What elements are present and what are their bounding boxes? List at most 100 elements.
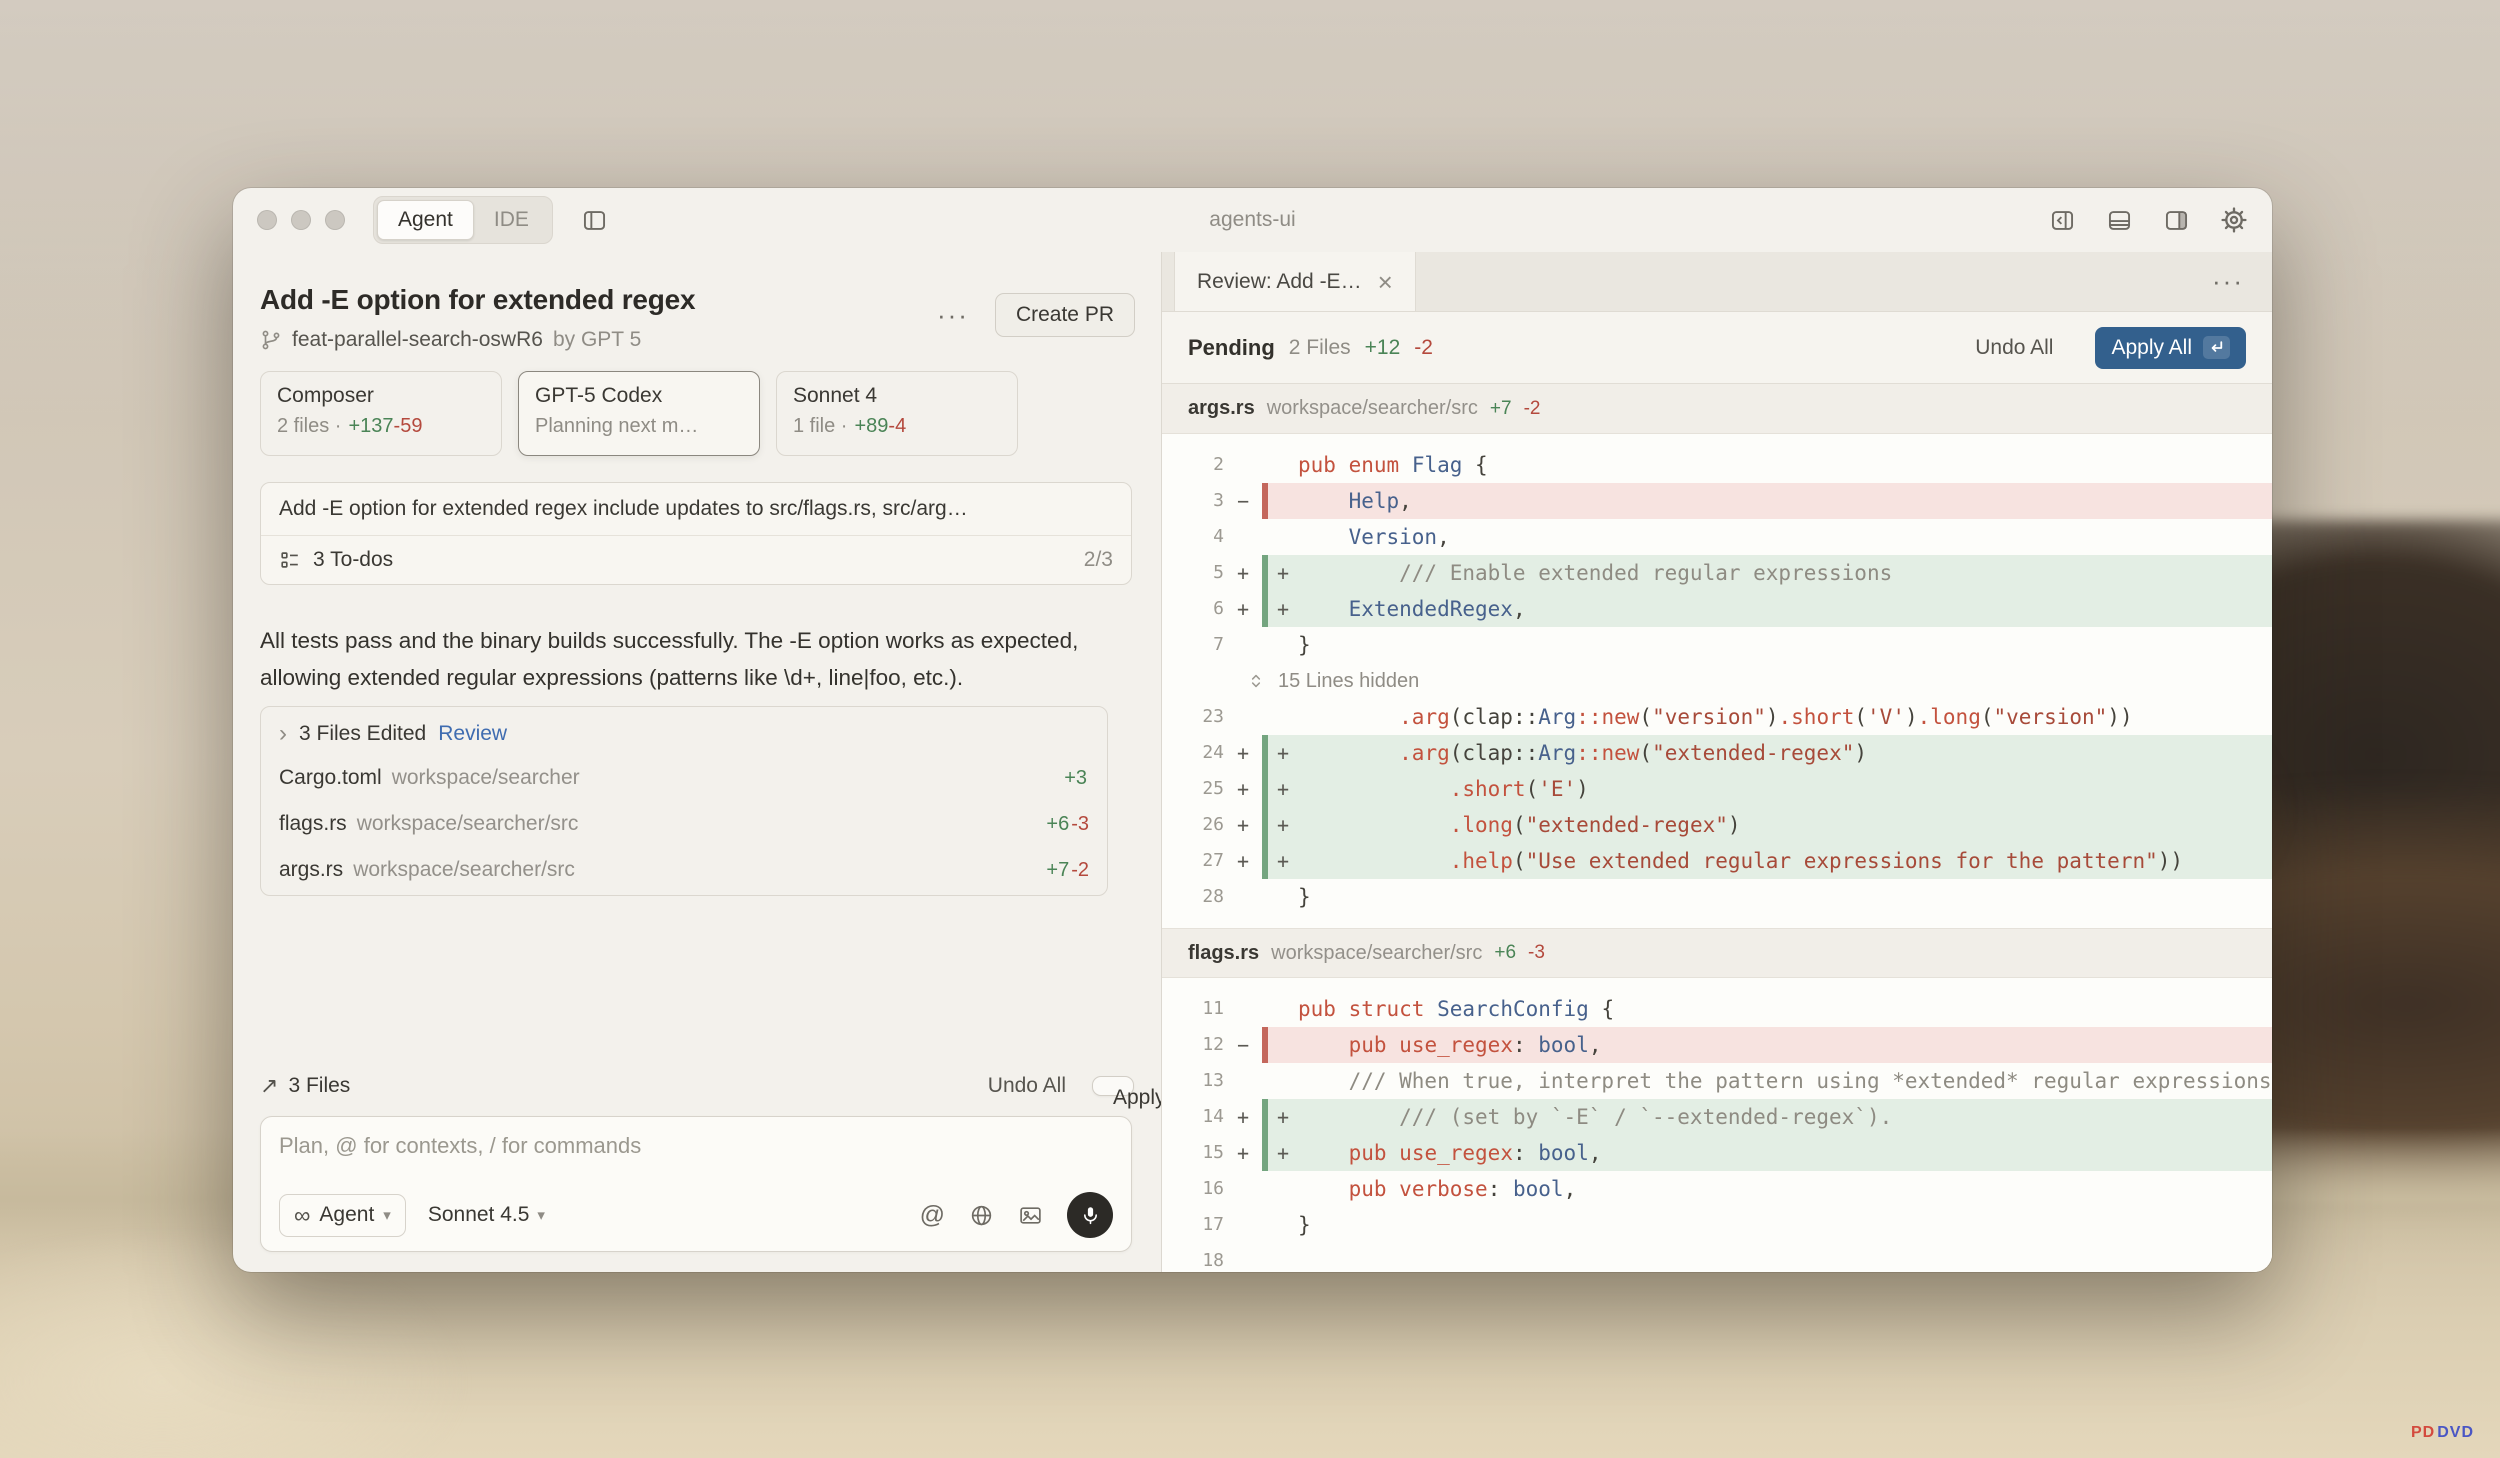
card-title: Sonnet 4 — [793, 384, 1001, 408]
collapse-left-panel-icon[interactable] — [2049, 207, 2076, 234]
globe-icon[interactable] — [969, 1203, 994, 1228]
diff-view[interactable]: args.rsworkspace/searcher/src+7-22pub en… — [1162, 384, 2272, 1272]
titlebar-actions — [2049, 206, 2248, 234]
minimize-button[interactable] — [291, 210, 311, 230]
tab-agent[interactable]: Agent — [377, 200, 474, 240]
diff-line: 13 /// When true, interpret the pattern … — [1162, 1063, 2272, 1099]
diff-marker-inner — [1268, 1171, 1298, 1207]
diff-marker: − — [1224, 1027, 1262, 1063]
file-name: Cargo.toml — [279, 766, 382, 790]
files-edited-header[interactable]: › 3 Files Edited Review — [261, 709, 1107, 755]
diff-line: 7} — [1162, 627, 2272, 663]
todo-list-icon — [279, 549, 301, 571]
deletions-count: -3 — [1528, 942, 1545, 964]
card-subtitle: 2 files ·+137-59 — [277, 415, 485, 438]
diff-line: 11pub struct SearchConfig { — [1162, 991, 2272, 1027]
pending-header: Pending 2 Files +12 -2 Undo All Apply Al… — [1162, 312, 2272, 384]
diff-line: 2 pub enum Flag { — [1162, 447, 2272, 483]
hidden-lines-row[interactable]: 15 Lines hidden — [1162, 663, 2272, 699]
header-actions: ··· Create PR — [937, 292, 1135, 338]
composer-input[interactable]: Plan, @ for contexts, / for commands ∞ A… — [260, 1116, 1132, 1252]
card-title: GPT-5 Codex — [535, 384, 743, 408]
code-text: ExtendedRegex, — [1298, 591, 2272, 627]
line-number: 13 — [1162, 1063, 1224, 1099]
more-icon[interactable]: ··· — [937, 302, 969, 328]
code-text: /// (set by `-E` / `--extended-regex`). — [1298, 1099, 2272, 1135]
review-tab[interactable]: Review: Add -E… × — [1174, 252, 1416, 311]
diff-marker-inner — [1268, 483, 1298, 519]
line-number: 23 — [1162, 699, 1224, 735]
todos-progress: 2/3 — [1084, 548, 1113, 572]
file-row[interactable]: flags.rs workspace/searcher/src +6-3 — [261, 801, 1107, 847]
apply-all-button[interactable]: Apply All — [2095, 327, 2246, 369]
agent-card-sonnet4[interactable]: Sonnet 4 1 file ·+89-4 — [776, 371, 1018, 456]
undo-all-button[interactable]: Undo All — [988, 1074, 1066, 1098]
tab-ide[interactable]: IDE — [474, 201, 549, 239]
files-count-label[interactable]: 3 Files — [288, 1074, 350, 1098]
line-number: 4 — [1162, 519, 1224, 555]
diff-marker — [1224, 1243, 1262, 1272]
diff-line: 24++ .arg(clap::Arg::new("extended-regex… — [1162, 735, 2272, 771]
titlebar: agents-ui Agent IDE — [233, 188, 2272, 252]
diff-marker: + — [1224, 735, 1262, 771]
line-number: 2 — [1162, 447, 1224, 483]
image-icon[interactable] — [1018, 1203, 1043, 1228]
sidebar-toggle-icon[interactable] — [581, 207, 608, 234]
hidden-lines-label: 15 Lines hidden — [1278, 670, 1419, 693]
file-section-header[interactable]: flags.rsworkspace/searcher/src+6-3 — [1162, 928, 2272, 978]
file-path: workspace/searcher/src — [1267, 397, 1478, 420]
file-row[interactable]: Cargo.toml workspace/searcher +3 — [261, 755, 1107, 801]
diff-marker-inner — [1268, 1243, 1298, 1272]
code-text: .help("Use extended regular expressions … — [1298, 843, 2272, 879]
more-icon[interactable]: ··· — [2212, 266, 2272, 297]
diff-marker-inner: + — [1268, 735, 1298, 771]
file-section-header[interactable]: args.rsworkspace/searcher/src+7-2 — [1162, 384, 2272, 434]
deletions-count: -2 — [1524, 398, 1541, 420]
pending-additions: +12 — [1365, 336, 1401, 360]
diff-marker — [1224, 627, 1262, 663]
code-text: pub enum Flag { — [1298, 447, 2272, 483]
code-text: pub verbose: bool, — [1298, 1171, 2272, 1207]
composer-controls: ∞ Agent ▾ Sonnet 4.5 ▾ @ — [279, 1192, 1113, 1238]
bottom-panel-icon[interactable] — [2106, 207, 2133, 234]
microphone-button[interactable] — [1067, 1192, 1113, 1238]
diff-marker — [1224, 1171, 1262, 1207]
diff-marker: + — [1224, 807, 1262, 843]
file-name: args.rs — [1188, 397, 1255, 420]
diff-marker-inner: + — [1268, 1099, 1298, 1135]
undo-all-button[interactable]: Undo All — [1975, 336, 2053, 360]
model-dropdown[interactable]: Sonnet 4.5 ▾ — [428, 1203, 545, 1227]
close-icon[interactable]: × — [1378, 269, 1393, 295]
task-summary[interactable]: Add -E option for extended regex include… — [261, 483, 1131, 536]
watermark-segment: PD — [2411, 1424, 2435, 1442]
agent-mode-dropdown[interactable]: ∞ Agent ▾ — [279, 1194, 406, 1237]
agent-card-gpt5-codex[interactable]: GPT-5 Codex Planning next m… — [518, 371, 760, 456]
file-name: args.rs — [279, 858, 343, 882]
file-row[interactable]: args.rs workspace/searcher/src +7-2 — [261, 847, 1107, 893]
apply-all-button[interactable]: Apply All — [1092, 1076, 1134, 1096]
card-subtitle: 1 file ·+89-4 — [793, 415, 1001, 438]
agent-mode-label: Agent — [319, 1203, 374, 1227]
diff-line: 3− Help, — [1162, 483, 2272, 519]
file-path: workspace/searcher — [392, 766, 580, 790]
close-button[interactable] — [257, 210, 277, 230]
diff-marker — [1224, 991, 1262, 1027]
right-panel-icon[interactable] — [2163, 207, 2190, 234]
line-number: 6 — [1162, 591, 1224, 627]
agent-card-composer[interactable]: Composer 2 files ·+137-59 — [260, 371, 502, 456]
diff-marker-inner — [1268, 1063, 1298, 1099]
zoom-button[interactable] — [325, 210, 345, 230]
line-number: 28 — [1162, 879, 1224, 915]
mention-icon[interactable]: @ — [920, 1201, 945, 1230]
todos-row[interactable]: 3 To-dos 2/3 — [261, 536, 1131, 584]
diff-line: 15++ pub use_regex: bool, — [1162, 1135, 2272, 1171]
diff-line: 5++ /// Enable extended regular expressi… — [1162, 555, 2272, 591]
diff-marker: + — [1224, 771, 1262, 807]
diff-marker-inner: + — [1268, 591, 1298, 627]
create-pr-button[interactable]: Create PR — [995, 293, 1135, 337]
line-number: 24 — [1162, 735, 1224, 771]
app-window: agents-ui Agent IDE — [233, 188, 2272, 1272]
gear-icon[interactable] — [2220, 206, 2248, 234]
review-link[interactable]: Review — [438, 722, 507, 746]
line-number: 18 — [1162, 1243, 1224, 1272]
